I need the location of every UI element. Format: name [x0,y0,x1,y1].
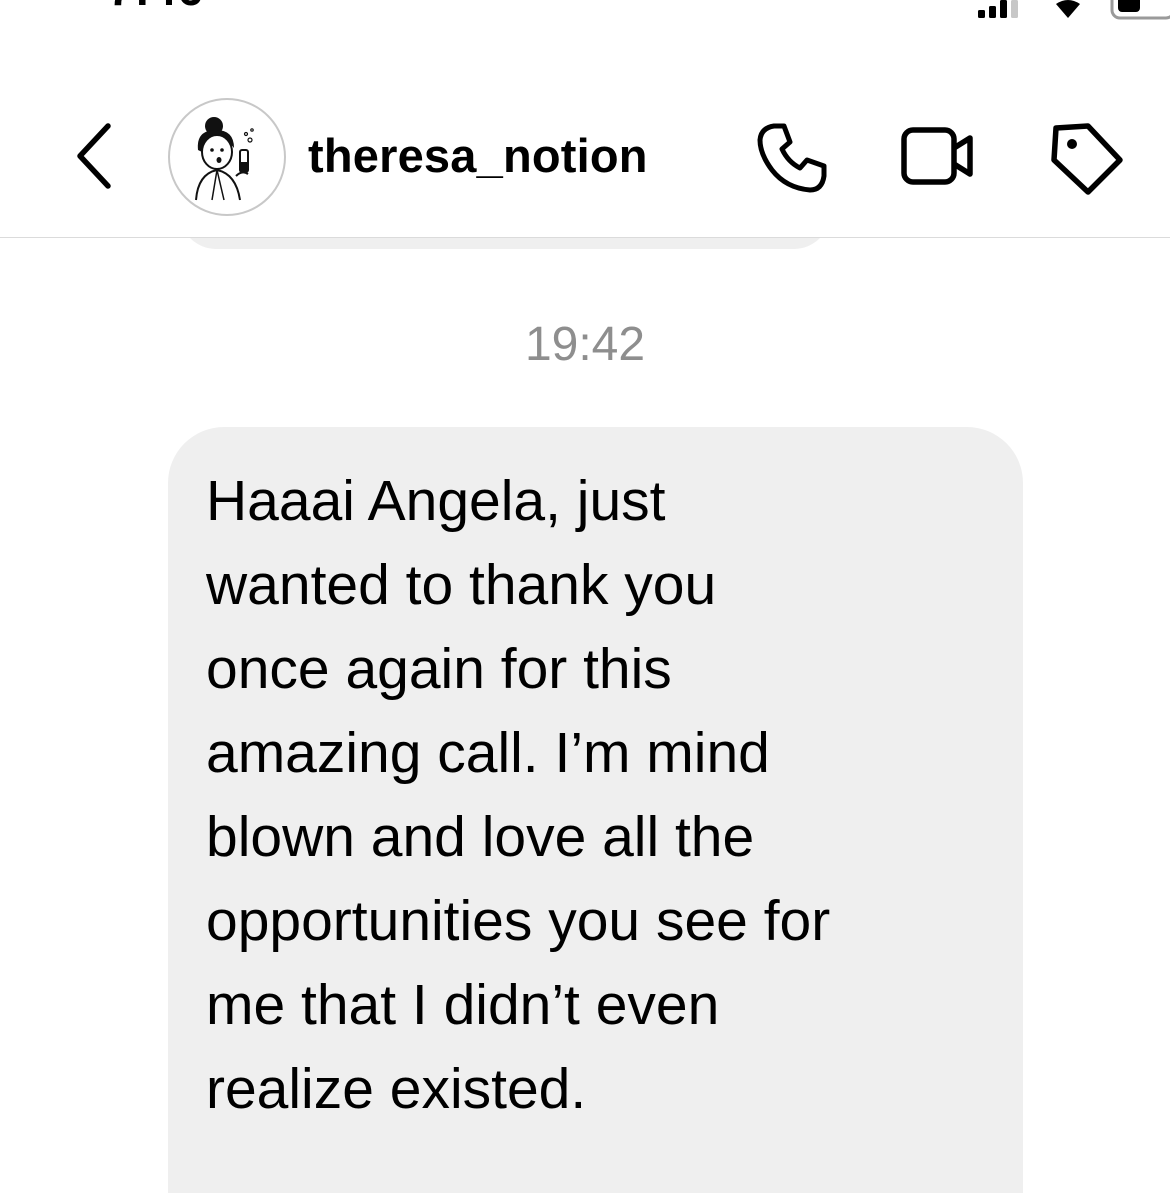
wifi-icon [1056,0,1080,18]
message-text: Haaai Angela, just wanted to thank you o… [206,469,831,1121]
chat-header: theresa_notion [0,40,1170,238]
video-call-button[interactable] [896,118,976,198]
cellular-signal-icon [978,0,1170,20]
chevron-left-icon [77,123,111,189]
previous-message-bubble [180,237,830,249]
battery-icon [1110,0,1170,20]
status-icons [870,0,1170,40]
message-timestamp: 19:42 [524,318,646,371]
tag-button[interactable] [1046,118,1126,198]
tag-icon [1051,123,1123,195]
sender-avatar-partial [56,237,124,249]
avatar[interactable] [168,98,286,216]
status-time: 7:46 [108,0,204,16]
message-thread[interactable]: 19:42 Haaai Angela, just wanted to thank… [0,237,1170,1193]
phone-call-button[interactable] [752,118,832,198]
profile-illustration-icon [56,237,124,249]
profile-illustration-icon [195,117,254,201]
username[interactable]: theresa_notion [308,128,648,183]
back-button[interactable] [68,120,120,192]
video-camera-icon [901,127,973,185]
message-bubble[interactable]: Haaai Angela, just wanted to thank you o… [168,427,1023,1193]
phone-icon [757,123,827,193]
status-bar: 7:46 [0,0,1170,40]
